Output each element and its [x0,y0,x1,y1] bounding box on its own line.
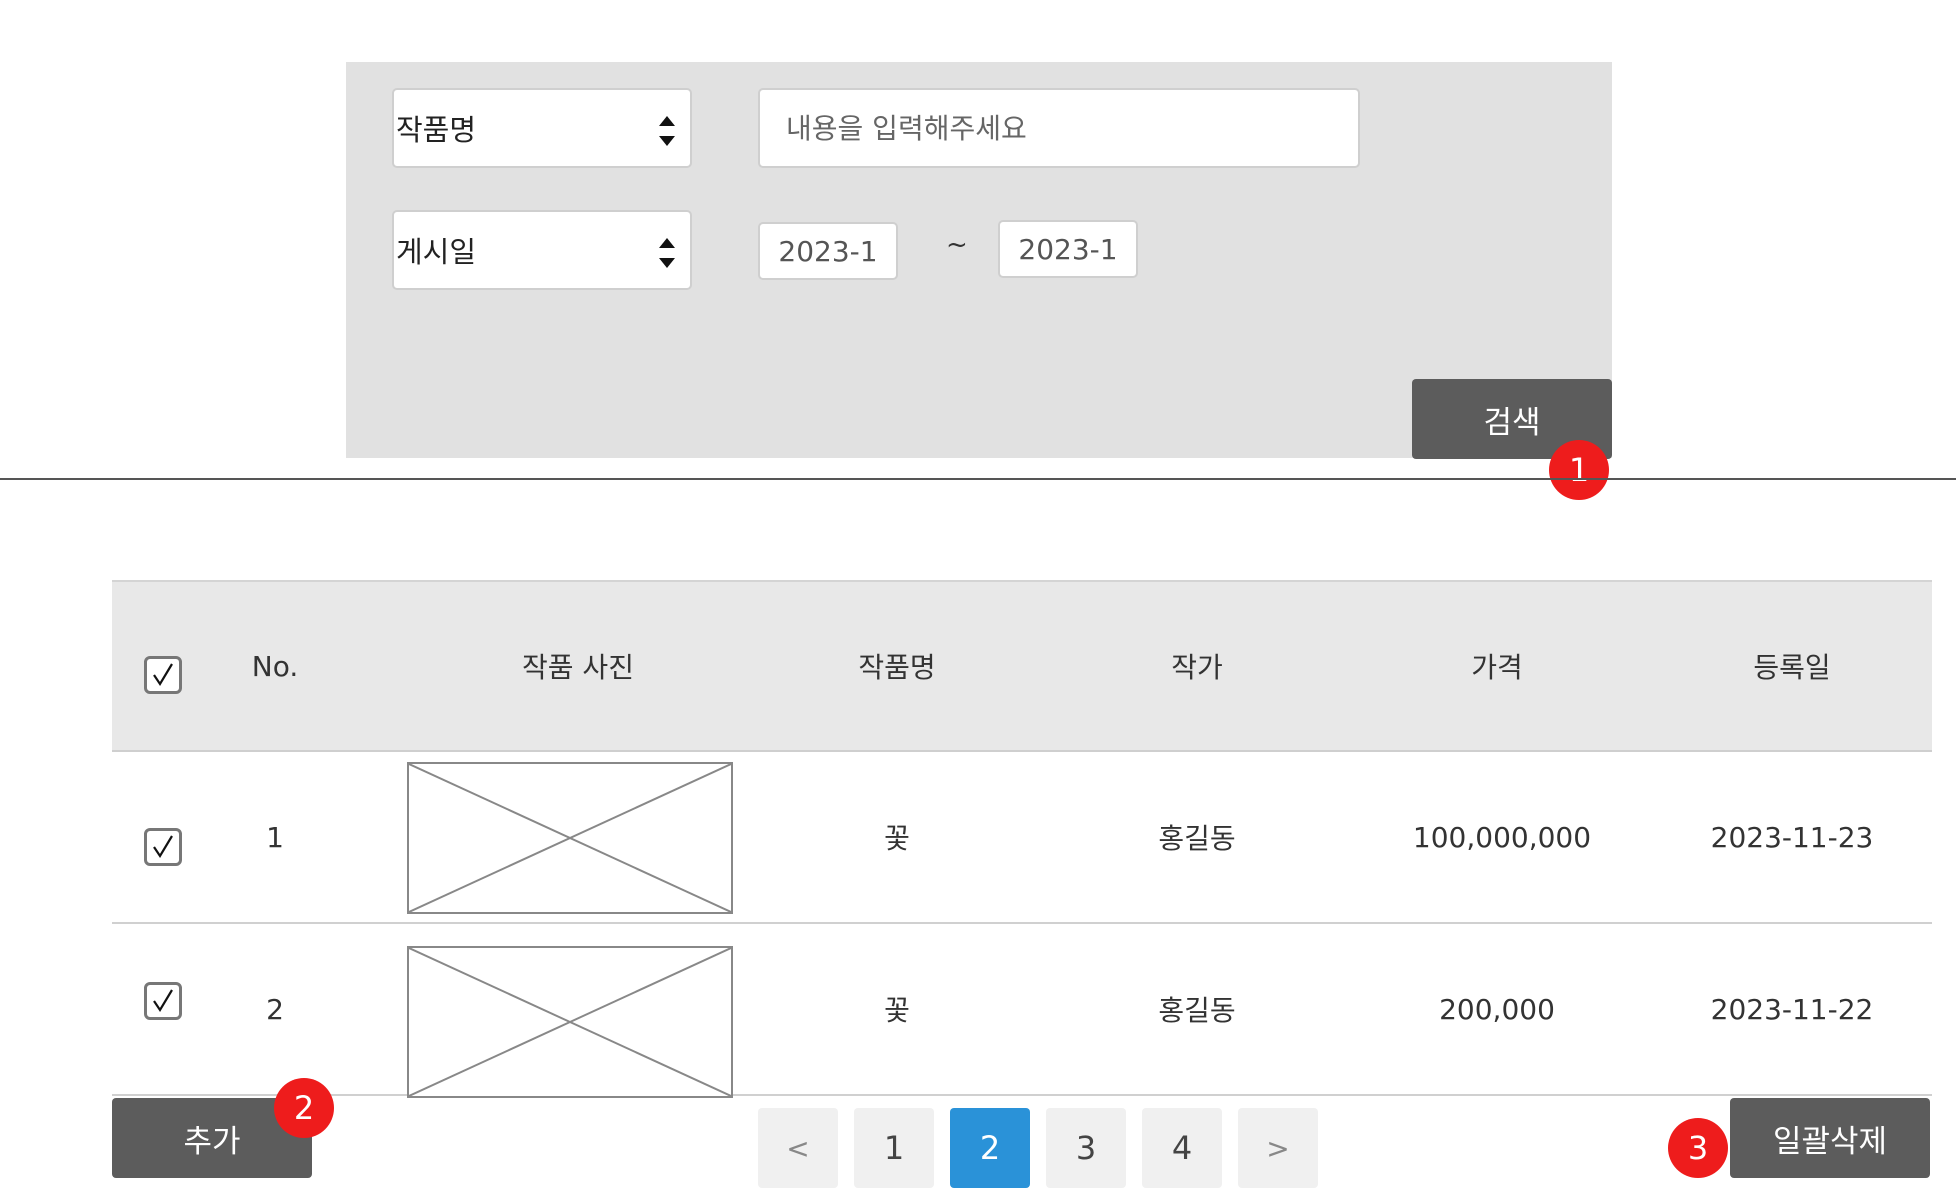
bulk-delete-button[interactable]: 일괄삭제 [1730,1098,1930,1178]
row-title: 꽃 [884,822,910,855]
row-checkbox[interactable] [144,982,182,1020]
pagination-page-2[interactable]: 2 [950,1108,1030,1188]
search-field-select-value: 작품명 [396,113,477,147]
row-title: 꽃 [884,994,910,1027]
row-checkbox[interactable] [144,828,182,866]
table-header: No. 작품 사진 작품명 작가 가격 등록일 [112,580,1932,752]
check-icon [153,663,173,687]
column-header-title: 작품명 [858,651,936,684]
image-placeholder-icon [408,947,732,1097]
row-artist: 홍길동 [1158,994,1236,1027]
row-no: 2 [266,992,284,1026]
date-type-select-value: 게시일 [396,235,477,269]
pagination-page-4[interactable]: 4 [1142,1108,1222,1188]
date-from-input[interactable]: 2023-1 [758,222,898,280]
date-type-select[interactable]: 게시일 [392,210,692,290]
annotation-badge-1: 1 [1549,440,1609,500]
row-date: 2023-11-23 [1710,820,1874,854]
column-header-no: No. [251,649,299,683]
table-row[interactable]: 2 꽃 홍길동 200,000 2023-11-22 [112,924,1932,1098]
select-arrows-icon [659,116,675,146]
artwork-thumbnail [407,946,733,1098]
keyword-input[interactable] [758,88,1360,168]
row-artist: 홍길동 [1158,822,1236,855]
row-price: 200,000 [1439,992,1555,1026]
check-icon [153,835,173,859]
date-range-separator: ~ [946,230,968,260]
date-to-input[interactable]: 2023-1 [998,220,1138,278]
column-header-price: 가격 [1471,651,1523,684]
column-header-photo: 작품 사진 [522,651,634,684]
pagination-prev-button[interactable]: < [758,1108,838,1188]
row-no: 1 [266,820,284,854]
column-header-artist: 작가 [1171,651,1223,684]
section-divider [0,478,1956,480]
column-header-date: 등록일 [1753,651,1831,684]
row-price: 100,000,000 [1412,820,1592,854]
pagination-page-1[interactable]: 1 [854,1108,934,1188]
search-field-select[interactable]: 작품명 [392,88,692,168]
table-row[interactable]: 1 꽃 홍길동 100,000,000 2023-11-23 [112,752,1932,924]
pagination-next-button[interactable]: > [1238,1108,1318,1188]
check-icon [153,989,173,1013]
pagination-page-3[interactable]: 3 [1046,1108,1126,1188]
row-date: 2023-11-22 [1710,992,1874,1026]
search-panel: 작품명 게시일 2023-1 ~ 2023-1 검색 [346,62,1612,459]
annotation-badge-3: 3 [1668,1118,1728,1178]
image-placeholder-icon [408,763,732,913]
select-arrows-icon [659,238,675,268]
annotation-badge-2: 2 [274,1078,334,1138]
artwork-thumbnail [407,762,733,914]
select-all-checkbox[interactable] [144,656,182,694]
